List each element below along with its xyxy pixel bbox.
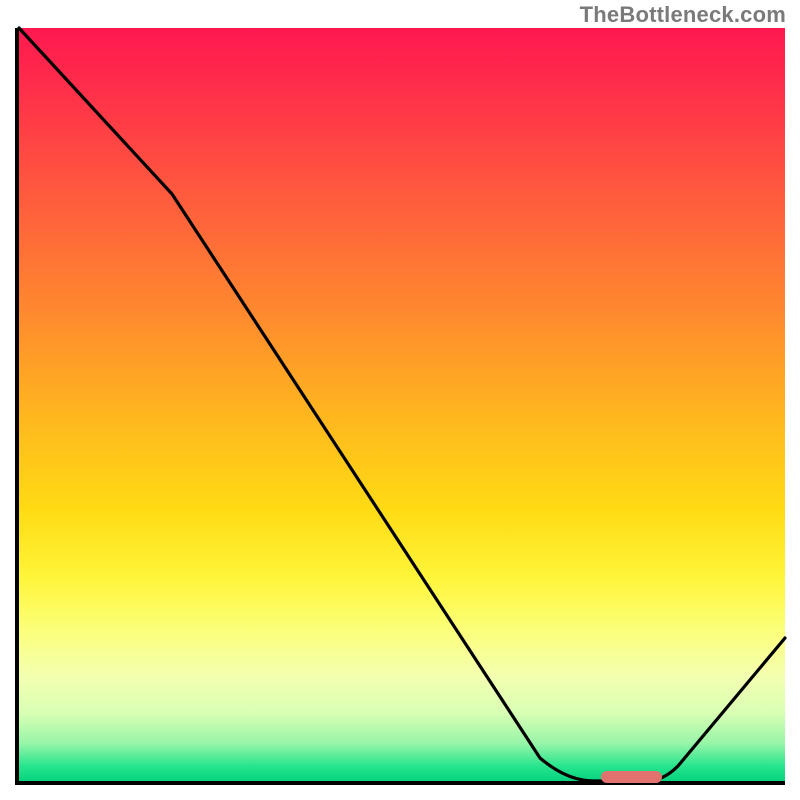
optimal-range-marker bbox=[601, 771, 662, 783]
plot-area bbox=[15, 28, 785, 785]
chart-frame: TheBottleneck.com bbox=[0, 0, 800, 800]
bottleneck-curve bbox=[19, 28, 785, 781]
watermark-text: TheBottleneck.com bbox=[580, 2, 786, 28]
